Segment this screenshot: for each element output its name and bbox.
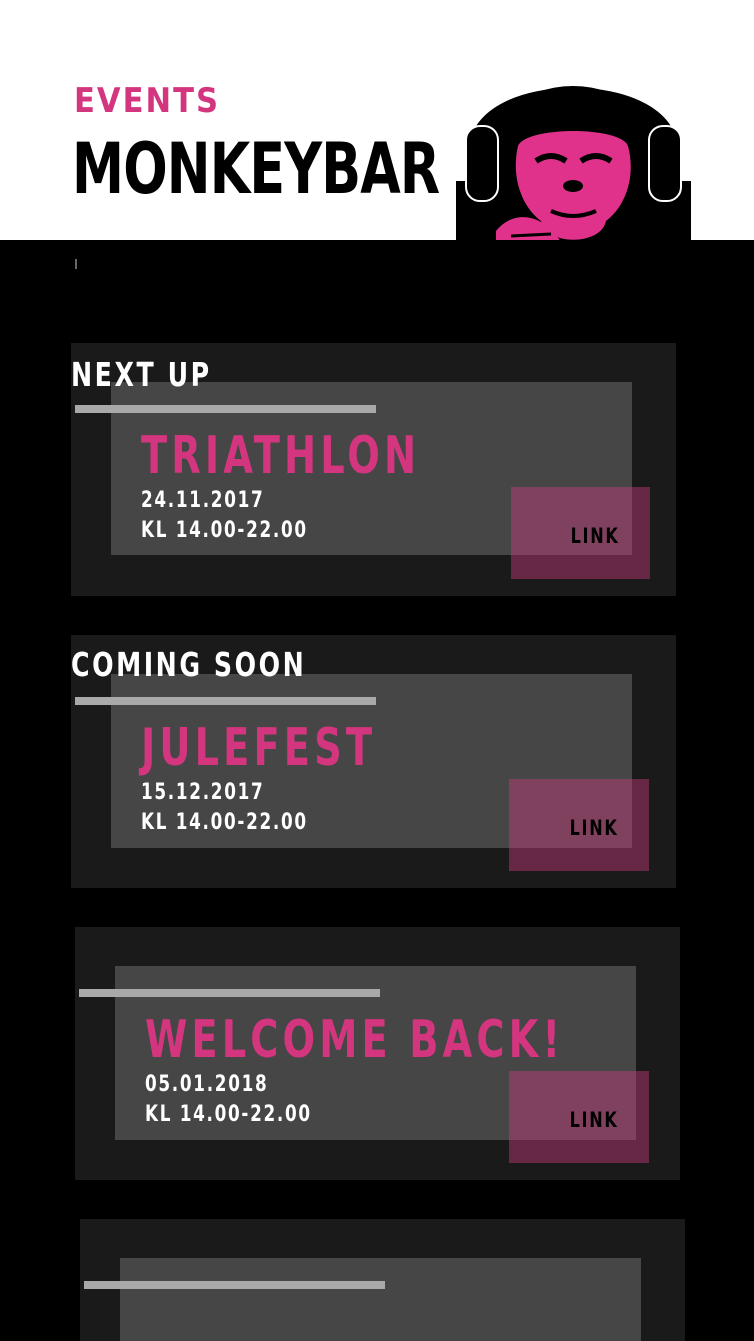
- event-time: KL 14.00-22.00: [141, 810, 308, 835]
- event-title: JULEFEST: [141, 718, 377, 778]
- event-card-inner: [120, 1258, 641, 1341]
- brand-title: MONKEYBAR: [72, 128, 440, 210]
- section-label-next-up: NEXT UP: [71, 355, 212, 394]
- divider-mark: [75, 259, 77, 269]
- event-link-button[interactable]: LINK: [511, 487, 650, 579]
- event-link-label: LINK: [571, 524, 620, 548]
- divider-bar: [79, 989, 380, 997]
- section-label-coming-soon: COMING SOON: [71, 645, 307, 684]
- event-date: 15.12.2017: [141, 780, 265, 805]
- event-title: TRIATHLON: [141, 426, 421, 486]
- divider-bar: [84, 1281, 385, 1289]
- event-link-label: LINK: [570, 816, 619, 840]
- monkey-with-headphones-icon: [456, 86, 691, 252]
- event-link-label: LINK: [570, 1108, 619, 1132]
- event-time: KL 14.00-22.00: [145, 1102, 312, 1127]
- divider-bar: [75, 697, 376, 705]
- page-section-label: EVENTS: [74, 81, 220, 121]
- divider-bar: [75, 405, 376, 413]
- event-link-button[interactable]: LINK: [509, 1071, 649, 1163]
- event-date: 05.01.2018: [145, 1072, 269, 1097]
- event-date: 24.11.2017: [141, 488, 265, 513]
- event-link-button[interactable]: LINK: [509, 779, 649, 871]
- event-title: WELCOME BACK!: [145, 1010, 565, 1070]
- event-time: KL 14.00-22.00: [141, 518, 308, 543]
